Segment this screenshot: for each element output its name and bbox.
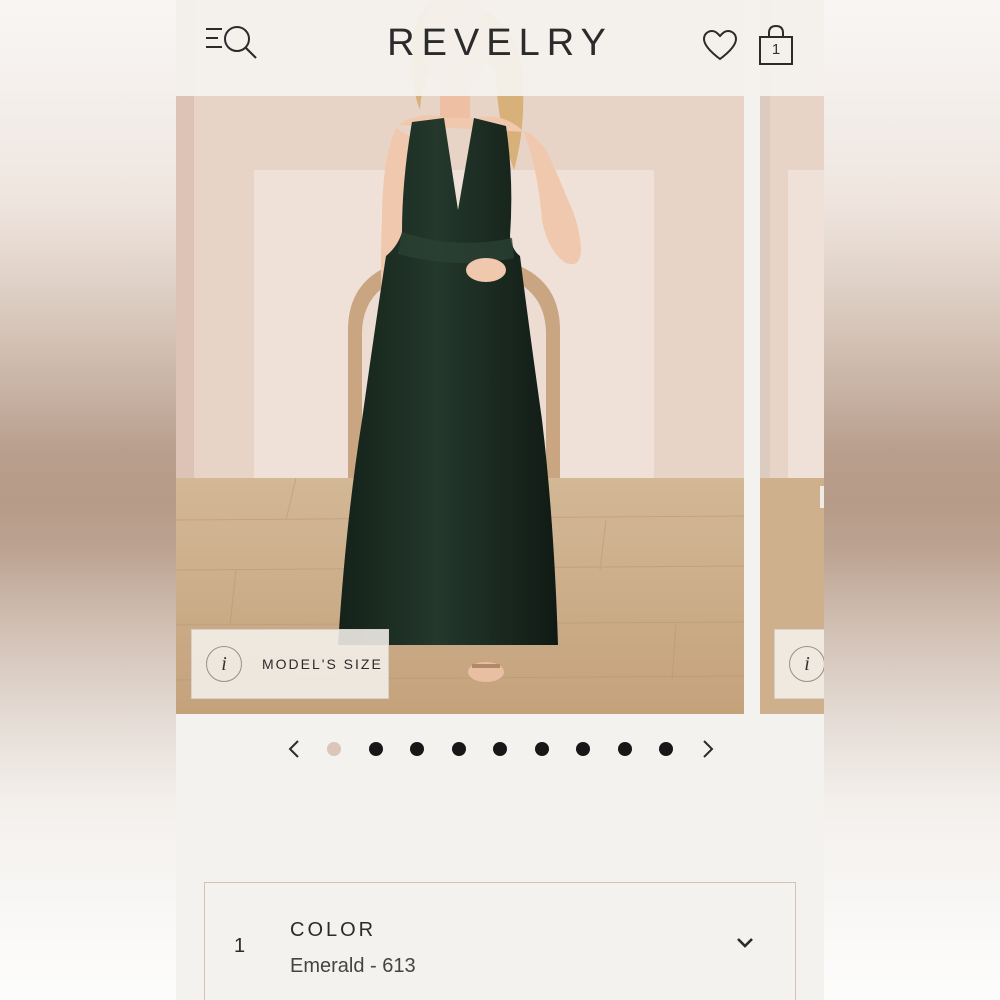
info-icon: i [789, 646, 824, 682]
cart-count-badge: 1 [771, 41, 781, 58]
site-header: REVELRY 1 [176, 0, 824, 96]
pager-dot[interactable] [368, 742, 383, 756]
selected-color-value: Emerald - 613 [290, 955, 416, 977]
product-photo [176, 0, 744, 714]
chevron-right-icon[interactable] [698, 737, 718, 761]
mobile-product-page: i MODEL'S SIZE i REVELRY 1 1 COLOR Emera… [176, 0, 824, 1000]
image-pager [176, 737, 824, 761]
step-number: 1 [234, 935, 246, 957]
next-product-photo [760, 0, 824, 714]
info-icon: i [206, 646, 242, 682]
heart-icon[interactable] [702, 29, 738, 62]
chevron-left-icon[interactable] [284, 737, 304, 761]
pager-dot[interactable] [534, 742, 549, 756]
background-blur-right [824, 0, 1000, 1000]
next-product-image-slide[interactable]: i [760, 0, 824, 714]
product-image-slide[interactable]: i MODEL'S SIZE [176, 0, 744, 714]
pager-dot[interactable] [576, 742, 590, 756]
color-label: COLOR [290, 919, 377, 941]
pager-dot[interactable] [493, 742, 507, 756]
color-selector[interactable]: 1 COLOR Emerald - 613 [204, 882, 796, 1000]
models-size-label: MODEL'S SIZE [262, 656, 383, 672]
pager-dot[interactable] [410, 742, 424, 756]
next-models-size-button[interactable]: i [774, 629, 824, 699]
shopping-bag-icon[interactable]: 1 [758, 24, 794, 66]
pager-dot[interactable] [617, 742, 632, 756]
pager-dot[interactable] [451, 742, 466, 756]
background-blur-left [0, 0, 176, 1000]
pager-dot[interactable] [327, 742, 341, 756]
models-size-button[interactable]: i MODEL'S SIZE [191, 629, 389, 699]
chevron-down-icon[interactable] [735, 936, 755, 950]
pager-dot[interactable] [659, 742, 673, 756]
